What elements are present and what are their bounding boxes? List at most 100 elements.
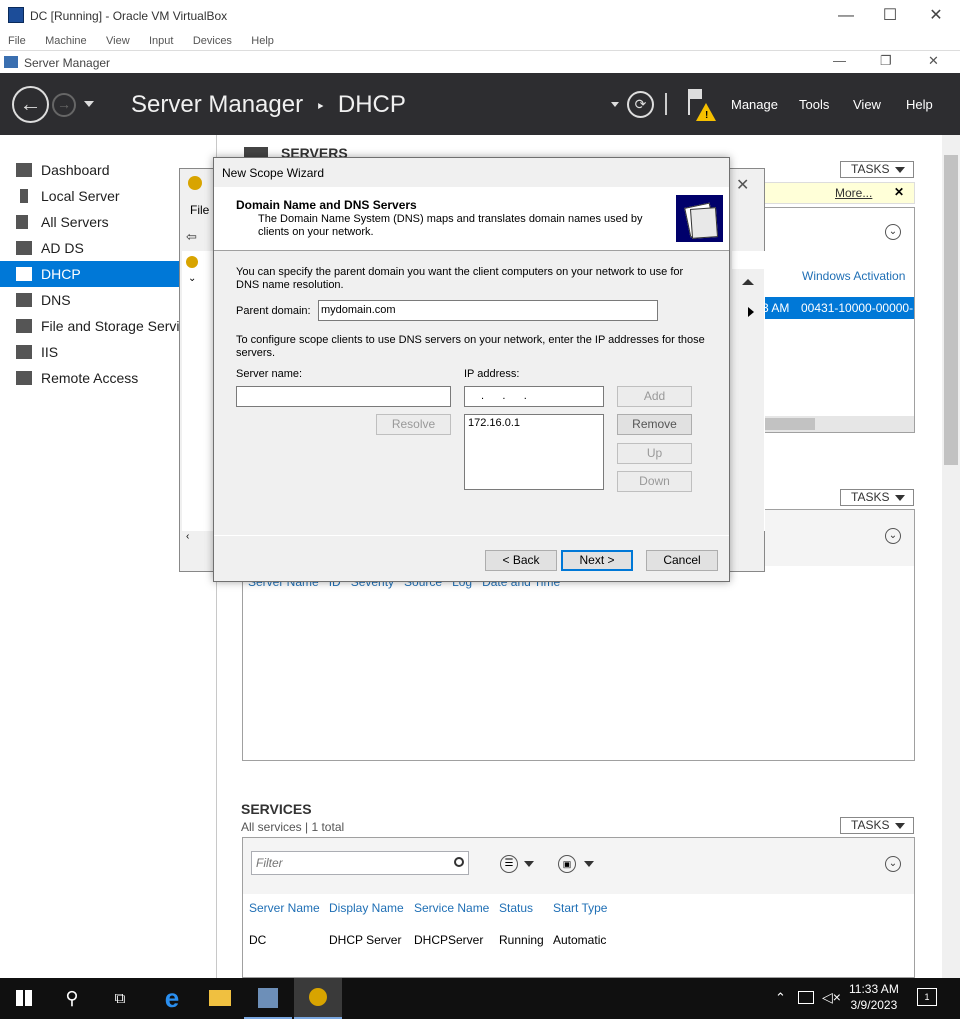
column-start-type[interactable]: Start Type [553, 901, 607, 915]
virtualbox-menubar: File Machine View Input Devices Help [0, 32, 960, 50]
menu-view[interactable]: View [853, 97, 881, 112]
wizard-title: New Scope Wizard [222, 166, 325, 180]
servers-panel [758, 207, 915, 433]
start-button[interactable] [0, 978, 48, 1019]
wizard-heading: Domain Name and DNS Servers [236, 198, 417, 212]
events-expand-chevron-icon[interactable]: ⌄ [885, 528, 901, 544]
next-button[interactable]: Next > [561, 550, 633, 571]
service-row-start-type[interactable]: Automatic [553, 933, 606, 947]
sm-restore-button[interactable]: ❐ [880, 53, 892, 69]
vbox-maximize-button[interactable]: ☐ [867, 0, 913, 32]
servers-hscrollbar[interactable] [759, 416, 914, 432]
history-dropdown-icon[interactable] [84, 101, 94, 107]
mmc-back-icon[interactable]: ⇦ [186, 229, 197, 245]
file-storage-icon [16, 319, 32, 333]
down-button[interactable]: Down [617, 471, 692, 492]
banner-close-button[interactable]: ✕ [894, 185, 904, 199]
mmc-expand-arrow-icon[interactable] [748, 307, 754, 317]
search-icon[interactable] [454, 857, 464, 867]
banner-more-link[interactable]: More... [835, 186, 872, 200]
dhcp-taskbar-icon[interactable] [294, 978, 342, 1019]
scroll-thumb[interactable] [944, 155, 958, 465]
notifications-flag-icon[interactable]: ! [686, 89, 716, 123]
save-query-icon[interactable]: ▣ [558, 855, 576, 873]
arrow-left-icon: ← [19, 91, 42, 116]
refresh-dropdown-icon[interactable] [611, 102, 619, 107]
clock[interactable]: 11:33 AM 3/9/2023 [849, 982, 899, 1012]
vbox-menu-devices[interactable]: Devices [193, 32, 232, 50]
up-button[interactable]: Up [617, 443, 692, 464]
column-service-name[interactable]: Service Name [414, 901, 489, 915]
forward-button[interactable]: → [52, 93, 76, 117]
virtualbox-icon [8, 7, 24, 23]
column-windows-activation[interactable]: Windows Activation [802, 269, 905, 283]
parent-domain-input[interactable]: mydomain.com [318, 300, 658, 321]
network-icon[interactable] [798, 991, 814, 1004]
sidebar-item-label: DHCP [41, 266, 81, 282]
back-button[interactable]: < Back [485, 550, 557, 571]
service-row-status[interactable]: Running [499, 933, 544, 947]
remove-button[interactable]: Remove [617, 414, 692, 435]
service-row-display-name[interactable]: DHCP Server [329, 933, 401, 947]
vbox-minimize-button[interactable]: — [823, 0, 869, 32]
mmc-tree-pane [182, 251, 214, 531]
vbox-close-button[interactable]: ✕ [913, 0, 959, 32]
action-center-icon[interactable]: 1 [917, 988, 937, 1006]
search-taskbar-icon[interactable]: ⚲ [48, 978, 96, 1019]
resolve-button[interactable]: Resolve [376, 414, 451, 435]
service-row-server[interactable]: DC [249, 933, 266, 947]
vbox-menu-file[interactable]: File [8, 32, 26, 50]
services-tasks-button[interactable]: TASKS [840, 817, 914, 834]
tree-expand-icon[interactable]: ⌄ [188, 273, 196, 284]
ip-address-list[interactable]: 172.16.0.1 [464, 414, 604, 490]
servers-row-time: 3 AM [762, 301, 790, 315]
cancel-button[interactable]: Cancel [646, 550, 718, 571]
list-options-dropdown-icon[interactable] [524, 861, 534, 867]
sidebar-item-label: IIS [41, 344, 59, 360]
sm-minimize-button[interactable]: — [833, 53, 846, 68]
mmc-menu-file[interactable]: File [190, 203, 209, 217]
breadcrumb-root[interactable]: Server Manager [131, 91, 303, 118]
virtualbox-titlebar: DC [Running] - Oracle VM VirtualBox — ☐ … [0, 0, 960, 32]
vbox-menu-machine[interactable]: Machine [45, 32, 87, 50]
server-manager-taskbar-icon[interactable] [244, 978, 292, 1019]
ip-address-input[interactable]: . . . [464, 386, 604, 407]
menu-manage[interactable]: Manage [731, 97, 778, 112]
vbox-menu-view[interactable]: View [106, 32, 130, 50]
menu-help[interactable]: Help [906, 97, 933, 112]
volume-muted-icon[interactable]: ◁× [822, 989, 841, 1006]
events-tasks-button[interactable]: TASKS [840, 489, 914, 506]
list-options-icon[interactable]: ☰ [500, 855, 518, 873]
vbox-menu-input[interactable]: Input [149, 32, 173, 50]
column-server-name[interactable]: Server Name [249, 901, 320, 915]
mmc-close-icon[interactable]: ✕ [736, 175, 749, 195]
server-name-input[interactable] [236, 386, 451, 407]
server-manager-window-title: Server Manager [24, 56, 111, 70]
mmc-hscroll-left-icon[interactable]: ‹ [186, 531, 189, 542]
windows-logo-icon [16, 990, 32, 1006]
column-display-name[interactable]: Display Name [329, 901, 404, 915]
ip-list-item[interactable]: 172.16.0.1 [468, 417, 600, 429]
file-explorer-icon[interactable] [196, 978, 244, 1019]
refresh-icon[interactable]: ⟳ [627, 91, 654, 118]
add-button[interactable]: Add [617, 386, 692, 407]
task-view-icon[interactable]: ⧉ [96, 978, 144, 1019]
dns-config-text: To configure scope clients to use DNS se… [236, 334, 705, 359]
services-expand-chevron-icon[interactable]: ⌄ [885, 856, 901, 872]
sm-close-button[interactable]: ✕ [928, 53, 939, 69]
services-filter-input[interactable] [251, 851, 469, 875]
column-status[interactable]: Status [499, 901, 533, 915]
internet-explorer-icon[interactable]: e [148, 978, 196, 1019]
servers-icon [16, 215, 28, 229]
back-button[interactable]: ← [12, 86, 49, 123]
mmc-scroll-up-icon[interactable] [742, 279, 754, 285]
servers-expand-chevron-icon[interactable]: ⌄ [885, 224, 901, 240]
save-query-dropdown-icon[interactable] [584, 861, 594, 867]
dhcp-icon [16, 267, 32, 281]
menu-tools[interactable]: Tools [799, 97, 829, 112]
main-vscrollbar[interactable] [942, 135, 960, 978]
servers-tasks-button[interactable]: TASKS [840, 161, 914, 178]
service-row-service-name[interactable]: DHCPServer [414, 933, 483, 947]
vbox-menu-help[interactable]: Help [251, 32, 274, 50]
show-hidden-icons-chevron-icon[interactable]: ⌃ [775, 990, 786, 1006]
